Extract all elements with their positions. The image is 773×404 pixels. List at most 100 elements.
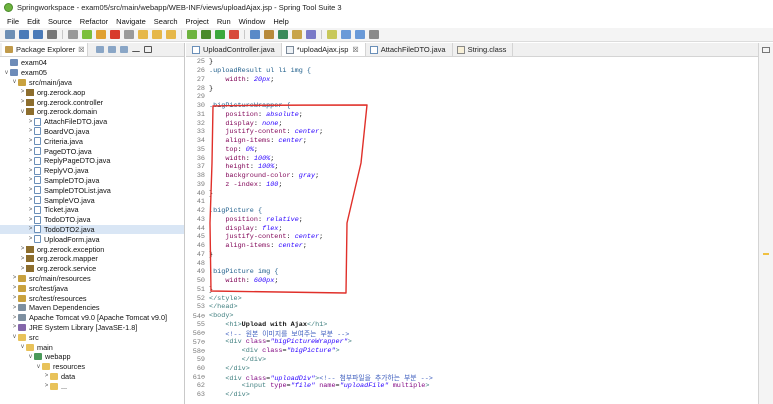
tree-item[interactable]: > ReplyPageDTO.java bbox=[0, 156, 184, 166]
open-type-icon[interactable] bbox=[292, 30, 302, 39]
tree-item[interactable]: v webapp bbox=[0, 352, 184, 362]
code-line[interactable]: 53 </head> bbox=[186, 303, 758, 312]
collapsed-chevron-icon[interactable]: > bbox=[11, 305, 18, 311]
code-line[interactable]: 31 position: absolute; bbox=[186, 111, 758, 120]
link-with-editor-icon[interactable] bbox=[108, 46, 117, 53]
menu-search[interactable]: Search bbox=[150, 17, 182, 26]
code-line[interactable]: 56⊖ <!-- 원본 이미지를 보여주는 부분 --> bbox=[186, 329, 758, 339]
code-line[interactable]: 61⊖ <div class="uploadDiv"><!-- 첨부파일을 추가… bbox=[186, 373, 758, 383]
code-line[interactable]: 44 display: flex; bbox=[186, 224, 758, 233]
pin-icon[interactable] bbox=[369, 30, 379, 39]
code-line[interactable]: 54⊖ <body> bbox=[186, 312, 758, 321]
tree-item[interactable]: > SampleVO.java bbox=[0, 195, 184, 205]
tree-item[interactable]: > BoardVO.java bbox=[0, 127, 184, 137]
close-tab-icon[interactable]: ☒ bbox=[352, 46, 358, 54]
save-all-icon[interactable] bbox=[33, 30, 43, 39]
collapsed-chevron-icon[interactable]: > bbox=[11, 315, 18, 321]
code-line[interactable]: 36 width: 100%; bbox=[186, 154, 758, 163]
new-icon[interactable] bbox=[5, 30, 15, 39]
code-line[interactable]: 62 <input type="file" name="uploadFile" … bbox=[186, 382, 758, 391]
collapsed-chevron-icon[interactable]: > bbox=[11, 275, 18, 281]
expanded-chevron-icon[interactable]: v bbox=[19, 109, 26, 115]
collapsed-chevron-icon[interactable]: > bbox=[43, 383, 50, 389]
terminate-icon[interactable] bbox=[110, 30, 120, 39]
code-line[interactable]: 58⊖ <div class="bigPicture"> bbox=[186, 347, 758, 356]
tree-item[interactable]: >... bbox=[0, 381, 184, 391]
collapsed-chevron-icon[interactable]: > bbox=[11, 324, 18, 330]
tree-item[interactable]: > TodoDTO2.java bbox=[0, 224, 184, 235]
collapsed-chevron-icon[interactable]: > bbox=[11, 295, 18, 301]
collapsed-chevron-icon[interactable]: > bbox=[27, 197, 34, 203]
expanded-chevron-icon[interactable]: v bbox=[27, 354, 34, 360]
tree-item[interactable]: > AttachFileDTO.java bbox=[0, 117, 184, 127]
collapsed-chevron-icon[interactable]: > bbox=[27, 168, 34, 174]
tree-item[interactable]: > ReplyVO.java bbox=[0, 166, 184, 176]
tree-item[interactable]: > org.zerock.service bbox=[0, 264, 184, 274]
code-line[interactable]: 34 align-items: center; bbox=[186, 137, 758, 146]
tree-item[interactable]: > Ticket.java bbox=[0, 205, 184, 215]
code-line[interactable]: 59 </div> bbox=[186, 356, 758, 365]
expanded-chevron-icon[interactable]: v bbox=[19, 344, 26, 350]
code-line[interactable]: 63 </div> bbox=[186, 391, 758, 400]
collapsed-chevron-icon[interactable]: > bbox=[27, 148, 34, 154]
menu-run[interactable]: Run bbox=[213, 17, 235, 26]
tree-item[interactable]: v src bbox=[0, 332, 184, 342]
code-line[interactable]: 32 display: none; bbox=[186, 119, 758, 128]
new-server-icon[interactable] bbox=[250, 30, 260, 39]
tree-item[interactable]: > org.zerock.aop bbox=[0, 87, 184, 97]
new-class-icon[interactable] bbox=[278, 30, 288, 39]
code-line[interactable]: 39 z -index: 100; bbox=[186, 181, 758, 190]
collapsed-chevron-icon[interactable]: > bbox=[27, 187, 34, 193]
collapsed-chevron-icon[interactable]: > bbox=[27, 119, 34, 125]
code-line[interactable]: 52 </style> bbox=[186, 294, 758, 303]
minimize-icon[interactable] bbox=[132, 47, 141, 52]
search-icon[interactable] bbox=[306, 30, 316, 39]
code-line[interactable]: 29 bbox=[186, 93, 758, 102]
tree-item[interactable]: > TodoDTO.java bbox=[0, 215, 184, 225]
print-icon[interactable] bbox=[47, 30, 57, 39]
expanded-chevron-icon[interactable]: v bbox=[3, 70, 10, 76]
collapsed-chevron-icon[interactable]: > bbox=[19, 266, 26, 272]
code-line[interactable]: 28} bbox=[186, 84, 758, 93]
code-line[interactable]: 27 width: 20px; bbox=[186, 76, 758, 85]
code-line[interactable]: 48 bbox=[186, 259, 758, 268]
menu-source[interactable]: Source bbox=[44, 17, 76, 26]
menu-navigate[interactable]: Navigate bbox=[112, 17, 150, 26]
code-line[interactable]: 40} bbox=[186, 189, 758, 198]
step-return-icon[interactable] bbox=[166, 30, 176, 39]
code-line[interactable]: 51} bbox=[186, 286, 758, 295]
step-into-icon[interactable] bbox=[138, 30, 148, 39]
navigate-back-icon[interactable] bbox=[341, 30, 351, 39]
code-line[interactable]: 47} bbox=[186, 251, 758, 260]
code-line[interactable]: 46 align-items: center; bbox=[186, 242, 758, 251]
menu-project[interactable]: Project bbox=[182, 17, 213, 26]
tree-item[interactable]: > SampleDTO.java bbox=[0, 176, 184, 186]
editor-tab[interactable]: *uploadAjax.jsp ☒ bbox=[281, 43, 366, 56]
external-tools-icon[interactable] bbox=[229, 30, 239, 39]
collapsed-chevron-icon[interactable]: > bbox=[27, 177, 34, 183]
tree-item[interactable]: > PageDTO.java bbox=[0, 146, 184, 156]
collapsed-chevron-icon[interactable]: > bbox=[27, 158, 34, 164]
suspend-icon[interactable] bbox=[96, 30, 106, 39]
tree-item[interactable]: > src/test/resources bbox=[0, 293, 184, 303]
expanded-chevron-icon[interactable]: v bbox=[11, 79, 18, 85]
code-line[interactable]: 37 height: 100%; bbox=[186, 163, 758, 172]
tree-item[interactable]: > JRE System Library [JavaSE-1.8] bbox=[0, 323, 184, 333]
tree-item[interactable]: > Maven Dependencies bbox=[0, 303, 184, 313]
tree-item[interactable]: > src/main/resources bbox=[0, 274, 184, 284]
annotation-icon[interactable] bbox=[327, 30, 337, 39]
expanded-chevron-icon[interactable]: v bbox=[11, 334, 18, 340]
code-line[interactable]: 38 background-color: gray; bbox=[186, 172, 758, 181]
tree-item[interactable]: > UploadForm.java bbox=[0, 234, 184, 244]
code-line[interactable]: 43 position: relative; bbox=[186, 216, 758, 225]
code-line[interactable]: 57⊖ <div class="bigPictureWrapper"> bbox=[186, 338, 758, 347]
tree-item[interactable]: v org.zerock.domain bbox=[0, 107, 184, 117]
menu-window[interactable]: Window bbox=[235, 17, 270, 26]
debug-icon[interactable] bbox=[201, 30, 211, 39]
code-line[interactable]: 30 .bigPictureWrapper { bbox=[186, 102, 758, 111]
tree-item[interactable]: v exam05 bbox=[0, 68, 184, 78]
tab-package-explorer[interactable]: Package Explorer ☒ bbox=[2, 43, 89, 56]
tree-item[interactable]: v src/main/java bbox=[0, 78, 184, 88]
menu-file[interactable]: File bbox=[3, 17, 23, 26]
editor-tab[interactable]: String.class bbox=[453, 43, 514, 56]
